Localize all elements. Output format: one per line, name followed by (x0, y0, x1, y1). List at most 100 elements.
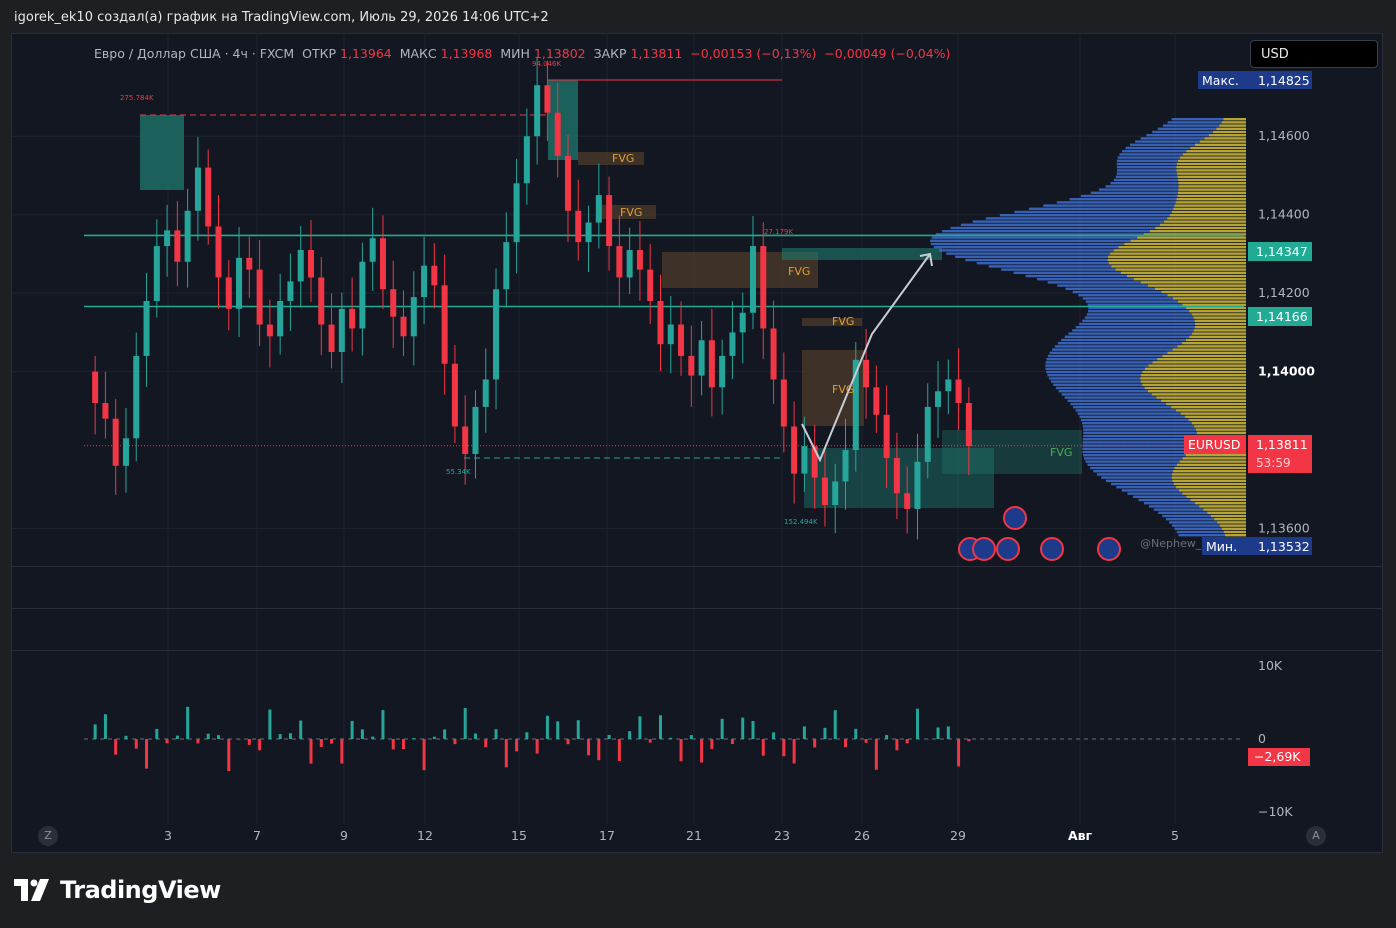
volume-profile-bar (1061, 338, 1187, 342)
volume-profile-bar (1155, 226, 1246, 230)
volume-profile-bar (1203, 508, 1246, 511)
candle-body (390, 289, 397, 317)
volume-profile-bar (1186, 338, 1246, 342)
volume-profile-bar (1149, 505, 1200, 508)
volume-profile-bar (950, 226, 1156, 230)
volume-profile-bar (1075, 326, 1195, 329)
candle-body (441, 285, 448, 364)
volume-profile-bar (1152, 130, 1213, 134)
pane-separator-2[interactable] (12, 608, 1382, 609)
eu-flag-icon (1040, 537, 1064, 561)
time-axis-label: 29 (950, 828, 966, 843)
volume-profile-bar (1225, 534, 1246, 537)
volume-annotation: 55.34K (446, 468, 471, 476)
volume-profile-bar (1172, 470, 1246, 473)
volume-profile-bar (1115, 175, 1178, 178)
volume-profile-bar (1176, 463, 1246, 466)
volume-profile-bar (1176, 169, 1246, 172)
volume-profile-bar (1108, 255, 1246, 258)
candle-body (92, 371, 99, 403)
candle-body (287, 281, 294, 301)
volume-profile-bar (1111, 265, 1246, 268)
candle-body (493, 289, 500, 380)
volume-profile-bar (1172, 348, 1246, 351)
order-block-zone-3 (782, 248, 942, 260)
volume-profile-bar (1223, 530, 1246, 534)
volume-profile-bar (1173, 207, 1246, 210)
volume-profile-bar (1085, 460, 1180, 463)
volume-profile-bar (1046, 370, 1143, 374)
volume-profile-bar (1194, 502, 1246, 505)
volume-profile-bar (1087, 463, 1177, 466)
volume-profile-bar (1162, 354, 1246, 358)
volume-profile-bar (1191, 422, 1246, 425)
volume-profile-bar (1121, 489, 1179, 492)
volume-profile-bar (1127, 274, 1246, 278)
volume-profile-bar (1014, 210, 1172, 214)
us-flag-icon (1097, 537, 1121, 561)
candle-body (914, 461, 921, 509)
time-axis-label: Авг (1068, 828, 1093, 843)
fvg-label: FVG (612, 152, 634, 165)
volume-profile-bar (1186, 150, 1246, 153)
currency-select-button[interactable]: USD (1250, 40, 1378, 68)
volume-profile-bar (942, 230, 1150, 233)
pane-separator[interactable] (12, 566, 1382, 567)
volume-last-text: −2,69K (1254, 749, 1301, 764)
volume-profile-bar (1116, 159, 1178, 162)
fvg-label: FVG (832, 383, 854, 396)
volume-profile-bar (1171, 210, 1246, 214)
volume-profile-bar (1122, 150, 1187, 153)
candle-body (349, 308, 356, 329)
fvg-label: FVG (788, 265, 810, 278)
volume-profile-bar (1093, 470, 1173, 473)
auto-scale-left-button[interactable]: Z (38, 826, 58, 846)
volume-profile-bar (1176, 530, 1224, 534)
max-price-value: 1,14825 (1258, 73, 1310, 88)
min-price-label: Мин. (1206, 539, 1237, 554)
volume-profile-bar (1045, 361, 1153, 364)
time-axis-label: 23 (774, 828, 790, 843)
order-block-zone (140, 115, 184, 190)
volume-profile-bar (1171, 118, 1224, 121)
volume-profile-bar (1072, 290, 1162, 294)
volume-profile-bar (1075, 409, 1177, 412)
volume-profile-bar (946, 252, 1111, 255)
candle-body (205, 167, 212, 227)
legend-symbol[interactable]: Евро / Доллар США · 4ч · FXCM (94, 46, 294, 61)
volume-profile-bar (1167, 294, 1246, 297)
volume-profile-bar (1082, 447, 1192, 450)
volume-profile-bar (1221, 527, 1246, 530)
level-tag-1-text: 1,14347 (1256, 244, 1308, 259)
volume-profile-bar (1179, 156, 1246, 159)
volume-profile-bar (1077, 412, 1181, 415)
volume-profile-bar (1154, 287, 1246, 290)
candle-body (636, 250, 643, 270)
time-axis-label: 5 (1171, 828, 1179, 843)
volume-profile-bar (1101, 476, 1172, 479)
volume-profile-bar (1037, 278, 1134, 281)
volume-profile-bar (1173, 297, 1246, 300)
volume-profile-bar (1157, 127, 1217, 130)
volume-profile-bar (1199, 505, 1246, 508)
chart-frame[interactable]: 275.784K 94.046K 27.179K 55.34K 152.494K FVG F… (11, 33, 1383, 853)
price-chart[interactable]: 275.784K 94.046K 27.179K 55.34K 152.494K FVG F… (12, 34, 1382, 852)
volume-profile-bar (1144, 367, 1246, 370)
volume-profile-bar (1057, 284, 1148, 287)
volume-profile-bar (1177, 345, 1246, 348)
volume-profile-bar (1135, 140, 1200, 143)
min-price-value: 1,13532 (1258, 539, 1310, 554)
volume-profile-bar (1025, 274, 1128, 278)
volume-profile-bar (1067, 399, 1162, 402)
time-axis-label: 3 (164, 828, 172, 843)
candle-body (564, 155, 571, 211)
legend-change: −0,00153 (−0,13%) (690, 46, 817, 61)
auto-scale-right-button[interactable]: A (1306, 826, 1326, 846)
pane-separator-3[interactable] (12, 650, 1382, 651)
volume-profile-bar (1158, 511, 1208, 514)
volume-profile-bar (1167, 121, 1222, 124)
volume-profile-bar (1172, 479, 1246, 482)
volume-profile-bar (1084, 316, 1194, 319)
candle-body (122, 438, 129, 466)
volume-profile-bar (1176, 166, 1246, 169)
